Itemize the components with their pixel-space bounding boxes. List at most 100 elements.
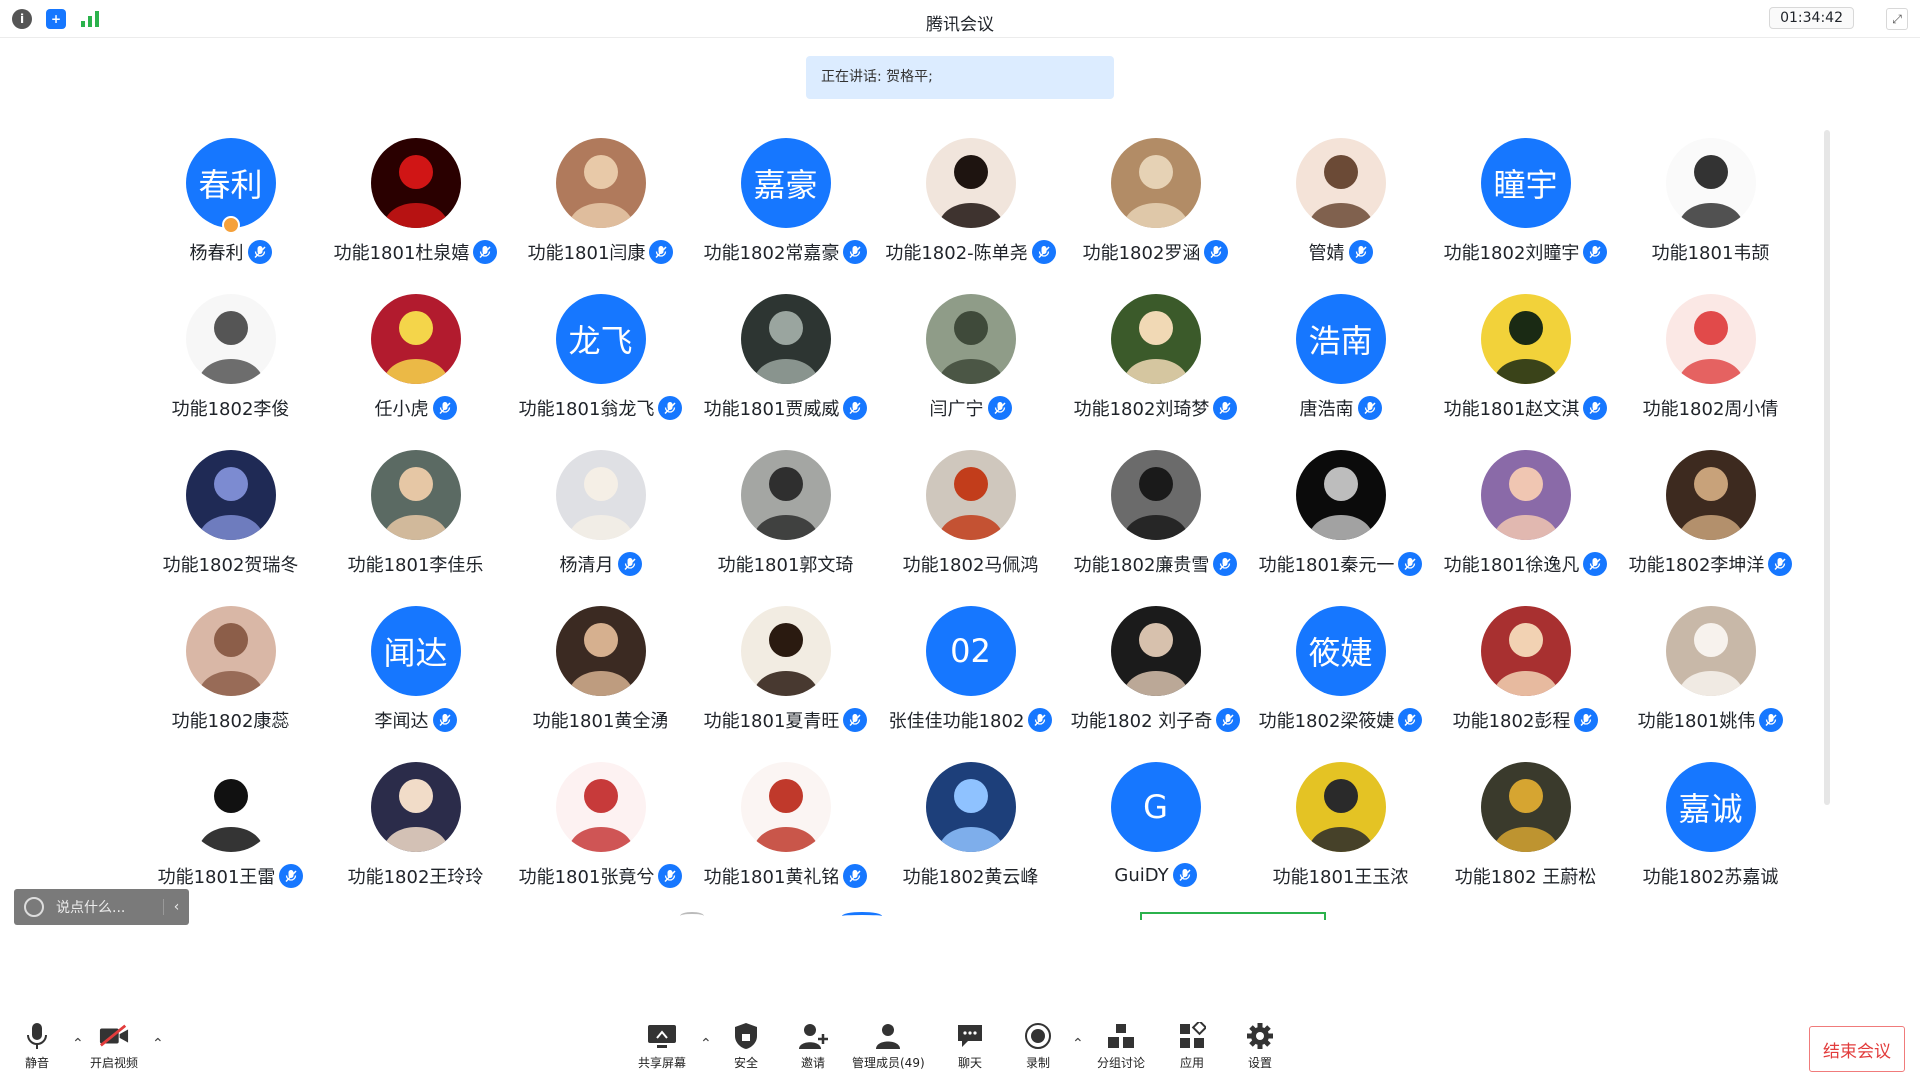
participant-tile[interactable]: 闻达 李闻达 — [323, 596, 508, 746]
participant-tile[interactable]: 功能1801李佳乐 — [323, 440, 508, 590]
participant-tile[interactable]: 功能1801王玉浓 — [1248, 752, 1433, 902]
participant-tile[interactable]: 功能1802黄云峰 — [878, 752, 1063, 902]
participant-tile[interactable]: 春利 杨春利 — [138, 128, 323, 278]
chat-quick-input[interactable]: 说点什么... ‹ — [14, 889, 189, 925]
avatar[interactable] — [1110, 294, 1201, 384]
avatar[interactable]: 瞳宇 — [1480, 138, 1571, 228]
participant-tile[interactable]: 功能1801徐逸凡 — [1433, 440, 1618, 590]
security-button[interactable]: 安全 — [731, 1022, 761, 1071]
avatar[interactable] — [1665, 294, 1756, 384]
mute-button[interactable]: 静音 — [22, 1022, 52, 1071]
participant-tile[interactable]: 浩南 唐浩南 — [1248, 284, 1433, 434]
avatar[interactable]: 龙飞 — [555, 294, 646, 384]
avatar[interactable] — [555, 762, 646, 852]
collapse-chevron-icon[interactable]: ‹ — [163, 899, 189, 915]
avatar[interactable]: 闻达 — [370, 606, 461, 696]
video-options-chevron-icon[interactable]: ⌃ — [152, 1036, 164, 1052]
participant-tile[interactable]: 筱婕 功能1802梁筱婕 — [1248, 596, 1433, 746]
participant-tile[interactable]: 功能1801闫康 — [508, 128, 693, 278]
avatar[interactable] — [555, 450, 646, 540]
participant-tile[interactable]: 功能1801黄全湧 — [508, 596, 693, 746]
participant-tile[interactable]: 功能1802马佩鸿 — [878, 440, 1063, 590]
participant-tile[interactable]: 功能1802周小倩 — [1618, 284, 1793, 434]
participant-tile[interactable]: 功能1801夏青旺 — [693, 596, 878, 746]
participant-tile[interactable]: 功能1801张竟兮 — [508, 752, 693, 902]
participant-tile[interactable]: 瞳宇 功能1802刘瞳宇 — [1433, 128, 1618, 278]
avatar[interactable] — [370, 762, 461, 852]
avatar[interactable] — [185, 294, 276, 384]
avatar[interactable] — [555, 138, 646, 228]
participant-tile[interactable]: 嘉豪 功能1802常嘉豪 — [693, 128, 878, 278]
participant-tile[interactable]: 功能1802李俊 — [138, 284, 323, 434]
participant-tile[interactable]: 功能1802 王蔚松 — [1433, 752, 1618, 902]
avatar[interactable] — [1665, 450, 1756, 540]
avatar[interactable] — [1110, 606, 1201, 696]
grid-scrollbar[interactable] — [1824, 130, 1830, 805]
participant-tile[interactable]: 功能1802康蕊 — [138, 596, 323, 746]
avatar[interactable]: 02 — [925, 606, 1016, 696]
video-button[interactable]: 开启视频 — [90, 1022, 138, 1071]
participant-tile[interactable]: 杨清月 — [508, 440, 693, 590]
record-options-chevron-icon[interactable]: ⌃ — [1072, 1036, 1084, 1052]
participant-tile[interactable]: 功能1802李坤洋 — [1618, 440, 1793, 590]
avatar[interactable] — [1480, 606, 1571, 696]
avatar[interactable] — [370, 450, 461, 540]
participant-tile[interactable]: 功能1802罗涵 — [1063, 128, 1248, 278]
participant-tile[interactable]: 功能1802彭程 — [1433, 596, 1618, 746]
participant-tile[interactable]: 功能1801黄礼铭 — [693, 752, 878, 902]
avatar[interactable] — [1480, 762, 1571, 852]
avatar[interactable] — [1110, 450, 1201, 540]
avatar[interactable]: G — [1110, 762, 1201, 852]
participant-tile[interactable]: 功能1802刘琦梦 — [1063, 284, 1248, 434]
fullscreen-icon[interactable]: ⤢ — [1886, 8, 1908, 30]
participant-tile[interactable]: 功能1801杜泉嬉 — [323, 128, 508, 278]
avatar[interactable] — [1110, 138, 1201, 228]
end-meeting-button[interactable]: 结束会议 — [1809, 1026, 1905, 1072]
chat-button[interactable]: 聊天 — [955, 1022, 985, 1071]
participant-tile[interactable]: 龙飞 功能1801翁龙飞 — [508, 284, 693, 434]
avatar[interactable]: 春利 — [185, 138, 276, 228]
avatar[interactable]: 嘉诚 — [1665, 762, 1756, 852]
breakout-button[interactable]: 分组讨论 — [1097, 1022, 1145, 1071]
avatar[interactable] — [185, 762, 276, 852]
avatar[interactable] — [1665, 606, 1756, 696]
avatar[interactable] — [740, 762, 831, 852]
avatar[interactable] — [555, 606, 646, 696]
avatar[interactable]: 浩南 — [1295, 294, 1386, 384]
avatar[interactable] — [1295, 762, 1386, 852]
avatar[interactable] — [1480, 294, 1571, 384]
participant-tile[interactable]: 功能1801郭文琦 — [693, 440, 878, 590]
participant-tile[interactable]: 功能1802贺瑞冬 — [138, 440, 323, 590]
avatar[interactable] — [925, 450, 1016, 540]
avatar[interactable] — [740, 606, 831, 696]
participant-tile[interactable]: G GuiDY — [1063, 752, 1248, 902]
avatar[interactable] — [185, 450, 276, 540]
participant-tile[interactable]: 闫广宁 — [878, 284, 1063, 434]
avatar[interactable] — [740, 294, 831, 384]
participant-tile[interactable]: 功能1801赵文淇 — [1433, 284, 1618, 434]
avatar[interactable] — [370, 294, 461, 384]
participant-tile[interactable]: 功能1801韦颉 — [1618, 128, 1793, 278]
avatar[interactable] — [370, 138, 461, 228]
avatar[interactable] — [925, 138, 1016, 228]
avatar[interactable] — [185, 606, 276, 696]
avatar[interactable] — [1295, 450, 1386, 540]
participant-tile[interactable]: 管婧 — [1248, 128, 1433, 278]
participant-tile[interactable]: 02 张佳佳功能1802 — [878, 596, 1063, 746]
participant-tile[interactable]: 功能1802王玲玲 — [323, 752, 508, 902]
participant-tile[interactable]: 功能1801姚伟 — [1618, 596, 1793, 746]
settings-button[interactable]: 设置 — [1245, 1022, 1275, 1071]
emoji-icon[interactable] — [24, 897, 44, 917]
avatar[interactable]: 嘉豪 — [740, 138, 831, 228]
participant-tile[interactable]: 功能1801贾威威 — [693, 284, 878, 434]
participant-tile[interactable]: 嘉诚 功能1802苏嘉诚 — [1618, 752, 1793, 902]
participant-tile[interactable]: 功能1802廉贵雪 — [1063, 440, 1248, 590]
avatar[interactable] — [1665, 138, 1756, 228]
participant-tile[interactable]: 功能1802-陈单尧 — [878, 128, 1063, 278]
avatar[interactable] — [1295, 138, 1386, 228]
participant-tile[interactable]: 任小虎 — [323, 284, 508, 434]
avatar[interactable] — [925, 294, 1016, 384]
participant-tile[interactable]: 功能1801王雷 — [138, 752, 323, 902]
share-options-chevron-icon[interactable]: ⌃ — [700, 1036, 712, 1052]
mute-options-chevron-icon[interactable]: ⌃ — [72, 1036, 84, 1052]
